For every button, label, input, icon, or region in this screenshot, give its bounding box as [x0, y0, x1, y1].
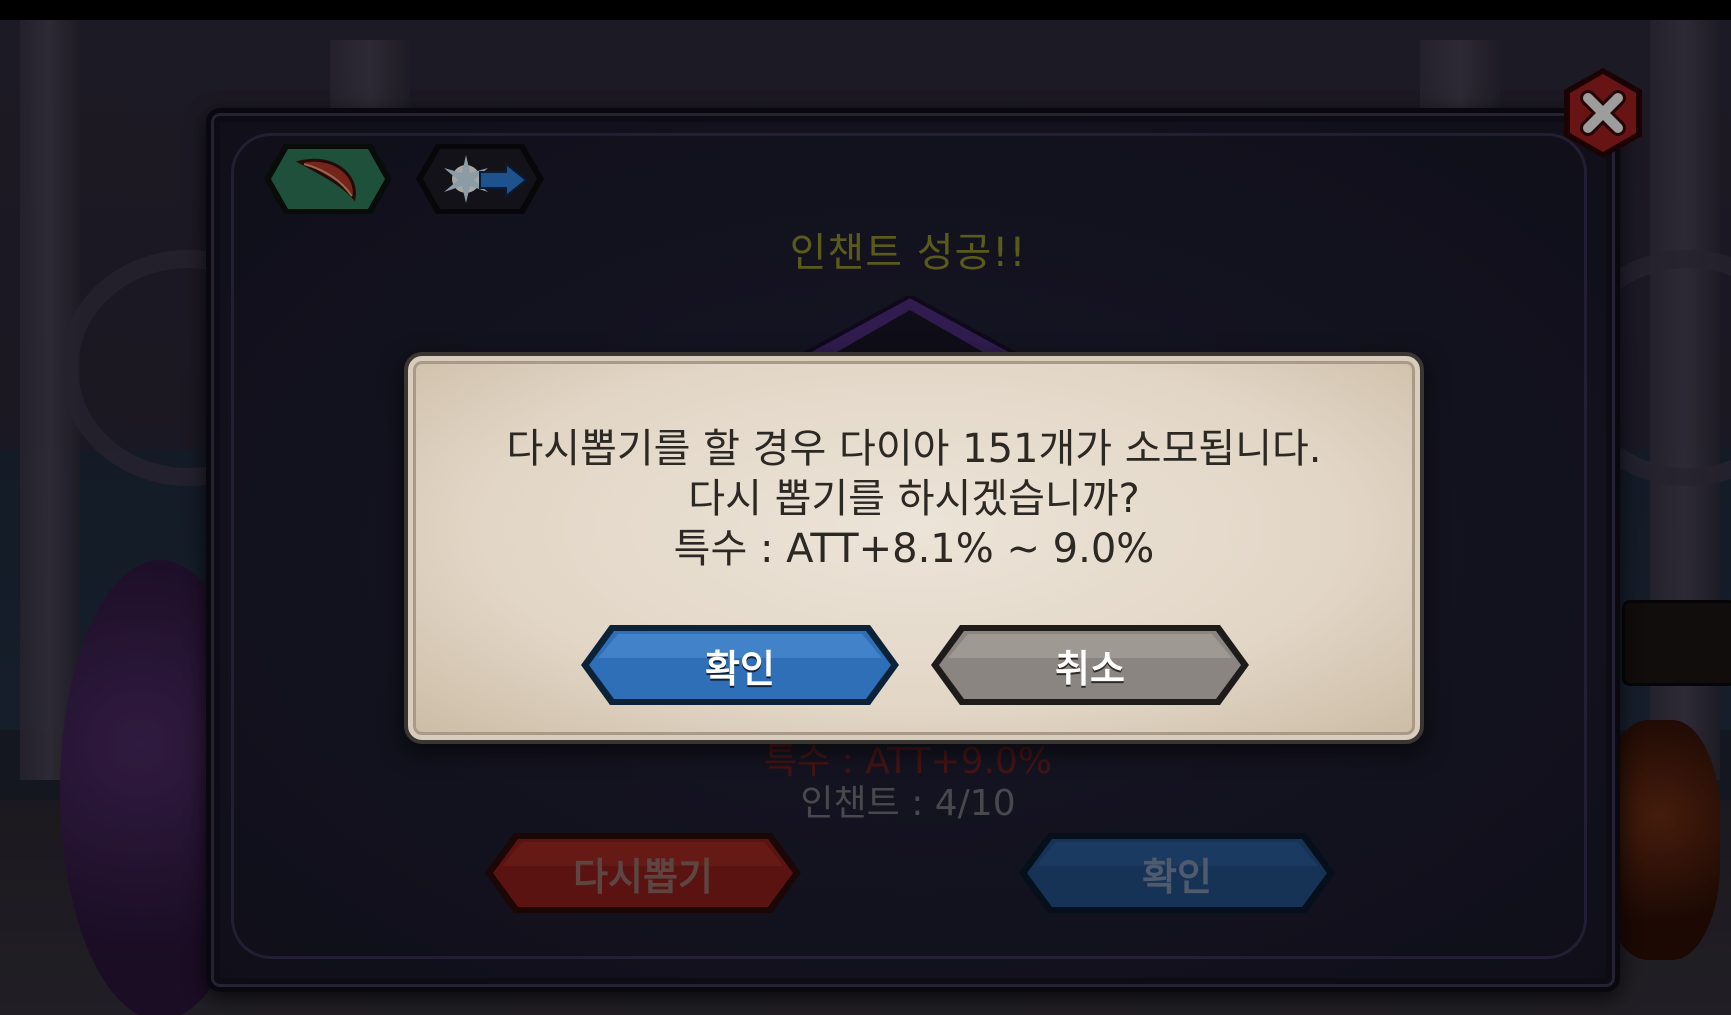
enchant-count-text: 인챈트 : 4/10	[800, 783, 1016, 824]
dialog-title: 인챈트 성공!!	[789, 230, 1027, 276]
tab-feather[interactable]	[262, 140, 394, 218]
star-burst-arrow-icon	[416, 144, 544, 214]
top-bar	[0, 0, 1731, 20]
confirm-button[interactable]: 확인	[1016, 830, 1338, 916]
modal-confirm-button[interactable]: 확인	[578, 622, 902, 708]
reroll-button[interactable]: 다시뽑기	[482, 830, 804, 916]
close-button[interactable]	[1558, 66, 1648, 160]
close-icon	[1564, 68, 1642, 158]
modal-message-line: 다시뽑기를 할 경우 다이아 151개가 소모됩니다.	[506, 426, 1322, 472]
modal-cancel-button-label: 취소	[1055, 646, 1125, 691]
confirm-button-label: 확인	[1142, 854, 1212, 899]
gem-frame-top	[800, 296, 1020, 356]
reroll-confirm-modal: 다시뽑기를 할 경우 다이아 151개가 소모됩니다. 다시 뽑기를 하시겠습니…	[404, 352, 1424, 744]
side-panel	[1622, 600, 1731, 686]
reroll-button-label: 다시뽑기	[573, 854, 713, 899]
modal-cancel-button[interactable]: 취소	[928, 622, 1252, 708]
tab-enchant-effect[interactable]	[414, 140, 546, 218]
modal-message: 다시뽑기를 할 경우 다이아 151개가 소모됩니다. 다시 뽑기를 하시겠습니…	[408, 424, 1420, 574]
modal-message-line: 다시 뽑기를 하시겠습니까?	[688, 476, 1140, 522]
feather-icon	[264, 144, 392, 214]
modal-message-line: 특수 : ATT+8.1% ~ 9.0%	[673, 526, 1155, 572]
modal-confirm-button-label: 확인	[705, 646, 775, 691]
game-screen: 인챈트 성공!! 특수 : ATT+9.0% 인챈트 : 4/10 다시뽑기 확…	[0, 0, 1731, 1015]
